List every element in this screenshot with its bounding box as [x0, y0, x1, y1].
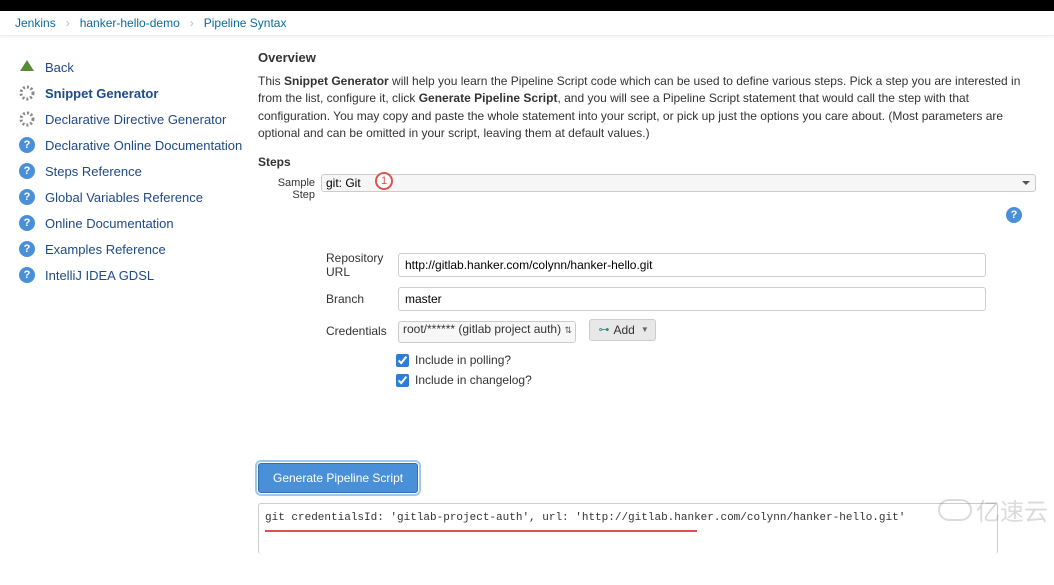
overview-text: This Snippet Generator will help you lea…	[258, 73, 1036, 143]
repo-url-label: Repository URL	[326, 251, 398, 279]
sidebar-item-declarative-directive[interactable]: Declarative Directive Generator	[18, 106, 258, 132]
sidebar-item-back[interactable]: Back	[18, 54, 258, 80]
sidebar-item-label: Online Documentation	[45, 216, 174, 231]
main-content: Overview This Snippet Generator will hel…	[258, 44, 1054, 584]
breadcrumb: Jenkins › hanker-hello-demo › Pipeline S…	[0, 11, 1054, 36]
sidebar-item-declarative-docs[interactable]: ? Declarative Online Documentation	[18, 132, 258, 158]
up-arrow-icon	[18, 58, 36, 76]
help-icon: ?	[18, 240, 36, 258]
overview-heading: Overview	[258, 50, 1036, 65]
watermark-text: 亿速云	[976, 492, 1048, 527]
annotation-badge-1: 1	[375, 172, 393, 190]
breadcrumb-jenkins[interactable]: Jenkins	[15, 16, 56, 30]
help-icon: ?	[18, 188, 36, 206]
sidebar-item-intellij[interactable]: ? IntelliJ IDEA GDSL	[18, 262, 258, 288]
help-icon: ?	[18, 136, 36, 154]
sample-step-label: Sample Step	[258, 174, 321, 201]
output-box[interactable]: git credentialsId: 'gitlab-project-auth'…	[258, 503, 998, 554]
help-icon: ?	[18, 162, 36, 180]
output-underline	[265, 530, 697, 532]
help-icon: ?	[18, 266, 36, 284]
sidebar-item-snippet-generator[interactable]: Snippet Generator	[18, 80, 258, 106]
help-icon: ?	[18, 214, 36, 232]
top-bar	[0, 0, 1054, 11]
steps-heading: Steps	[258, 155, 1036, 169]
sidebar-item-label: Steps Reference	[45, 164, 142, 179]
include-changelog-label: Include in changelog?	[415, 373, 532, 387]
add-credentials-button[interactable]: ⊶ Add	[589, 319, 655, 341]
help-icon[interactable]: ?	[1006, 207, 1022, 223]
sidebar-item-label: Examples Reference	[45, 242, 166, 257]
include-changelog-checkbox[interactable]	[396, 374, 409, 387]
repo-url-input[interactable]	[398, 253, 986, 277]
include-polling-label: Include in polling?	[415, 353, 511, 367]
watermark: 亿速云	[938, 492, 1048, 527]
breadcrumb-pipeline-syntax[interactable]: Pipeline Syntax	[204, 16, 287, 30]
branch-label: Branch	[326, 292, 398, 306]
gear-icon	[18, 110, 36, 128]
branch-input[interactable]	[398, 287, 986, 311]
sidebar-item-label: Back	[45, 60, 74, 75]
key-icon: ⊶	[598, 323, 609, 336]
output-text: git credentialsId: 'gitlab-project-auth'…	[265, 512, 905, 524]
sidebar-item-steps-ref[interactable]: ? Steps Reference	[18, 158, 258, 184]
sidebar-item-online-docs[interactable]: ? Online Documentation	[18, 210, 258, 236]
gear-icon	[18, 84, 36, 102]
sample-step-select[interactable]: git: Git	[321, 174, 1036, 192]
breadcrumb-sep: ›	[66, 16, 70, 30]
sidebar-item-label: IntelliJ IDEA GDSL	[45, 268, 154, 283]
sidebar-item-examples[interactable]: ? Examples Reference	[18, 236, 258, 262]
sidebar-item-label: Global Variables Reference	[45, 190, 203, 205]
sidebar-item-label: Snippet Generator	[45, 86, 158, 101]
sidebar-item-global-vars[interactable]: ? Global Variables Reference	[18, 184, 258, 210]
credentials-select[interactable]: root/****** (gitlab project auth)	[398, 321, 576, 343]
help-row: ?	[258, 207, 1022, 223]
breadcrumb-project[interactable]: hanker-hello-demo	[80, 16, 180, 30]
sidebar: Back Snippet Generator Declarative Direc…	[0, 44, 258, 584]
breadcrumb-sep: ›	[190, 16, 194, 30]
sidebar-item-label: Declarative Directive Generator	[45, 112, 226, 127]
credentials-label: Credentials	[326, 324, 398, 338]
add-label: Add	[613, 323, 634, 337]
cloud-icon	[938, 499, 972, 521]
generate-pipeline-script-button[interactable]: Generate Pipeline Script	[258, 463, 418, 493]
sidebar-item-label: Declarative Online Documentation	[45, 138, 242, 153]
include-polling-checkbox[interactable]	[396, 354, 409, 367]
